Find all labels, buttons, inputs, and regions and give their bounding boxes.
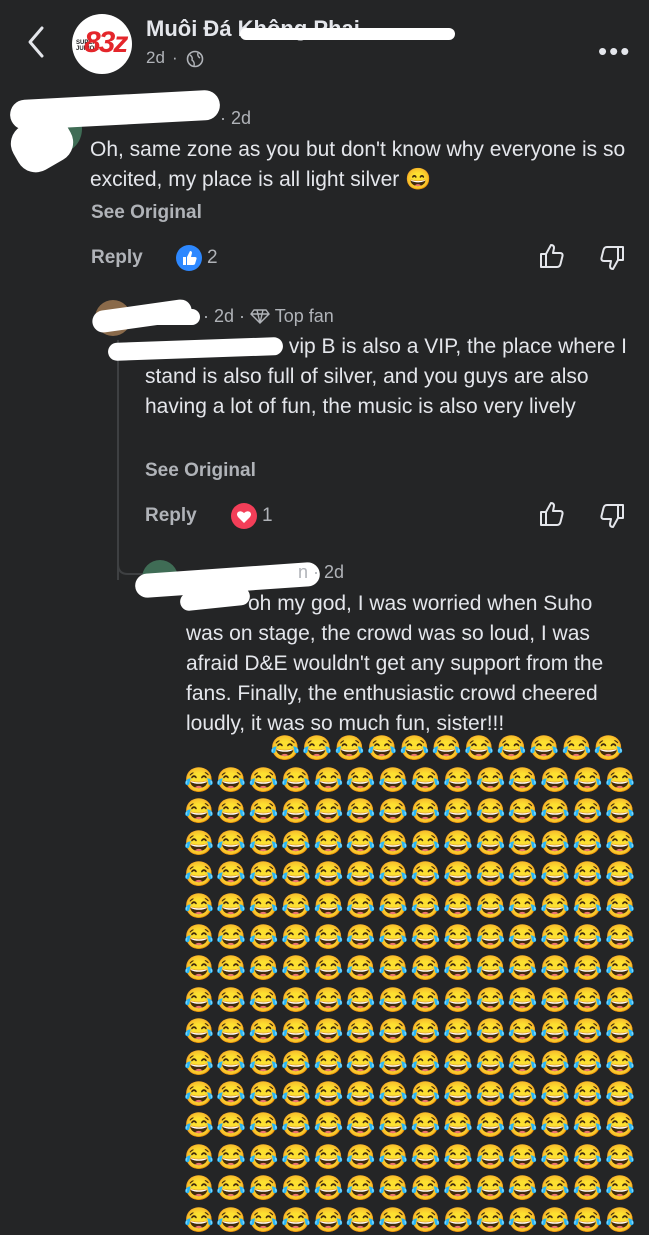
comment-text: Oh, same zone as you but don't know why … bbox=[90, 138, 626, 191]
emoji-row: 😂😂😂😂😂😂😂😂😂😂😂😂😂😂 bbox=[184, 861, 638, 889]
emoji-row: 😂😂😂😂😂😂😂😂😂😂😂😂😂😂 bbox=[184, 798, 638, 826]
emoji-row: 😂😂😂😂😂😂😂😂😂😂😂😂😂😂 bbox=[184, 986, 638, 1014]
post-time: 2d bbox=[146, 48, 165, 67]
more-options-icon[interactable]: ••• bbox=[598, 36, 631, 67]
comment-text: oh my god, I was worried when Suho was o… bbox=[186, 589, 626, 739]
reply-button[interactable]: Reply bbox=[91, 247, 143, 269]
page-logo[interactable]: SUPER JUNIOR 83z bbox=[72, 14, 132, 74]
back-arrow-icon[interactable] bbox=[22, 22, 52, 62]
comment-meta: · 2d · Top fan bbox=[203, 306, 334, 327]
reaction-count: 2 bbox=[207, 247, 218, 268]
thumbs-down-icon[interactable] bbox=[598, 502, 626, 530]
dot-separator: · bbox=[172, 48, 178, 67]
thread-line bbox=[117, 340, 119, 580]
thumbs-up-icon[interactable] bbox=[538, 242, 566, 270]
emoji-row: 😂😂😂😂😂😂😂😂😂😂😂😂😂😂 bbox=[184, 1206, 638, 1234]
emoji-row: 😂😂😂😂😂😂😂😂😂😂😂😂😂😂 bbox=[184, 1143, 638, 1171]
emoji-tail: 😂😂😂😂😂😂😂😂😂😂😂 bbox=[270, 735, 627, 762]
like-reaction-icon bbox=[176, 245, 202, 271]
emoji-row: 😂😂😂😂😂😂😂😂😂😂😂😂😂😂 bbox=[184, 1018, 638, 1046]
globe-icon bbox=[186, 50, 204, 68]
emoji-row: 😂😂😂😂😂😂😂😂😂😂😂😂😂😂 bbox=[184, 955, 638, 983]
emoji-row: 😂😂😂😂😂😂😂😂😂😂😂😂😂😂 bbox=[184, 1081, 638, 1109]
comment-body: oh my god, I was worried when Suho was o… bbox=[186, 592, 604, 735]
redaction-scribble bbox=[150, 309, 200, 325]
love-reaction-icon bbox=[231, 503, 257, 529]
emoji-row: 😂😂😂😂😂😂😂😂😂😂😂😂😂😂 bbox=[184, 767, 638, 794]
emoji-row: 😂😂😂😂😂😂😂😂😂😂😂😂😂😂 bbox=[184, 892, 638, 920]
top-fan-badge-icon bbox=[250, 309, 270, 324]
emoji-row: 😂😂😂😂😂😂😂😂😂😂😂😂😂😂 bbox=[184, 1049, 638, 1077]
reaction-count: 1 bbox=[262, 505, 273, 526]
see-original-link[interactable]: See Original bbox=[145, 460, 256, 482]
redaction-scribble bbox=[240, 28, 455, 40]
emoji-row: 😂😂😂😂😂😂😂😂😂😂😂😂😂😂 bbox=[184, 829, 638, 857]
logo-text: 83z bbox=[84, 26, 128, 59]
thumbs-up-icon[interactable] bbox=[538, 500, 566, 528]
thumbs-down-icon[interactable] bbox=[598, 244, 626, 272]
comment-body: vip B is also a VIP, the place where I s… bbox=[145, 335, 627, 418]
emoji-row: 😂😂😂😂😂😂😂😂😂😂😂😂😂😂 bbox=[184, 924, 638, 952]
see-original-link[interactable]: See Original bbox=[91, 202, 202, 224]
top-fan-badge: Top fan bbox=[274, 306, 334, 326]
reply-button[interactable]: Reply bbox=[145, 505, 197, 527]
comment-time: · 2d · bbox=[203, 306, 246, 326]
comment-text: vip B is also a VIP, the place where I s… bbox=[145, 332, 635, 422]
emoji-row: 😂😂😂😂😂😂😂😂😂😂😂😂😂😂 bbox=[184, 1112, 638, 1140]
comment-time: · 2d bbox=[220, 108, 252, 128]
emoji-wall: 😂😂😂😂😂😂😂😂😂😂😂😂😂😂 😂😂😂😂😂😂😂😂😂😂😂😂😂😂 😂😂😂😂😂😂😂😂😂😂😂😂… bbox=[184, 765, 644, 1235]
comment-time: n · 2d bbox=[298, 562, 345, 582]
